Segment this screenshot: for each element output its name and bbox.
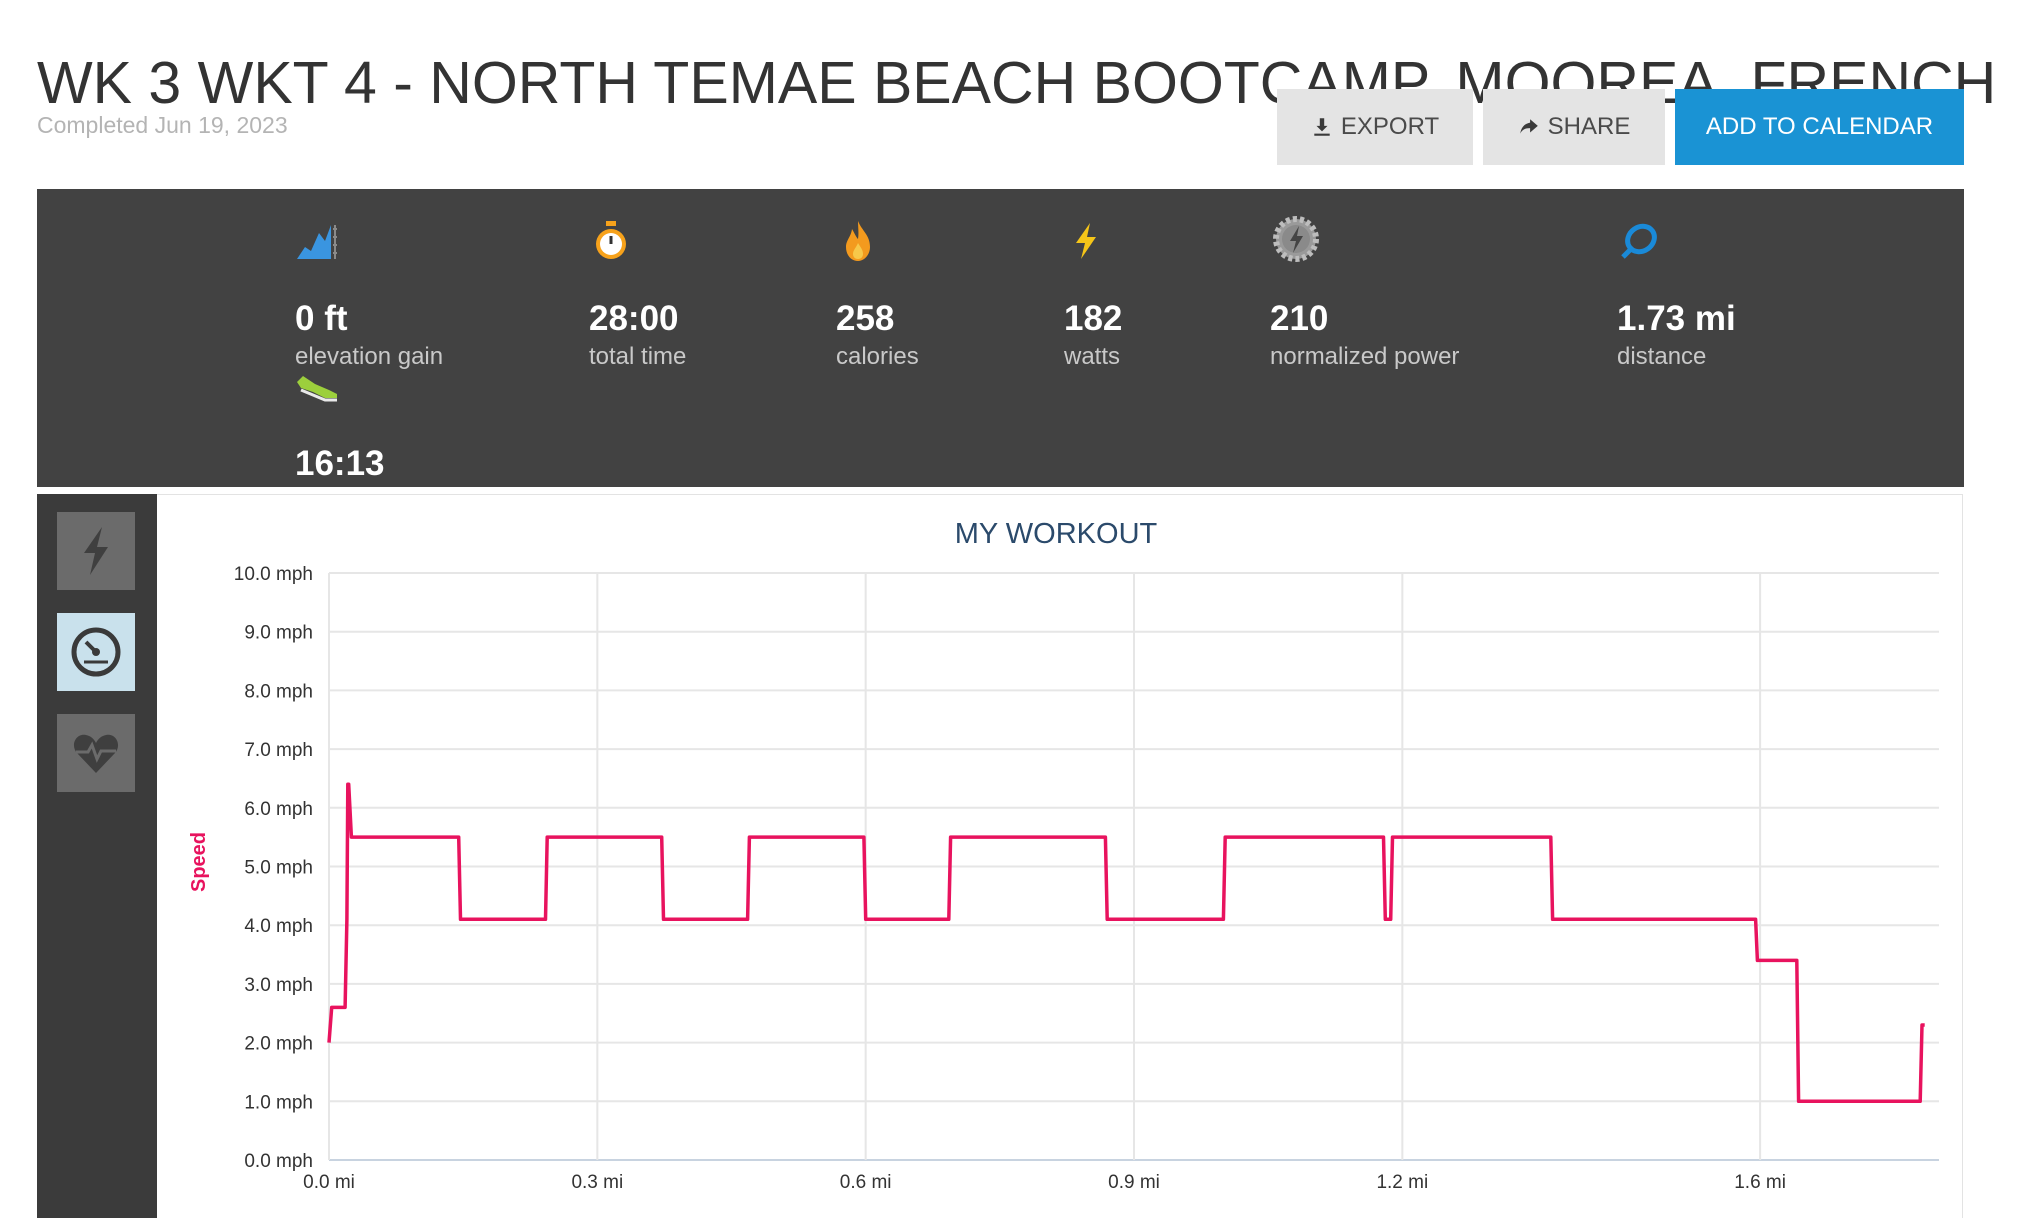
stat-label: normalized power <box>1270 343 1460 370</box>
metric-sidebar <box>37 494 157 1218</box>
stat-label: distance <box>1617 343 1707 370</box>
stat-value: 16:13 <box>295 444 385 483</box>
flame-icon <box>846 221 870 261</box>
workout-chart-panel <box>157 494 1963 1218</box>
export-button[interactable]: EXPORT <box>1277 89 1473 165</box>
stat-label: total time <box>589 343 687 370</box>
stat-value: 28:00 <box>589 299 679 338</box>
heart-rate-metric-tab[interactable] <box>57 714 135 792</box>
distance-icon <box>1621 223 1657 259</box>
completed-date: Completed Jun 19, 2023 <box>37 112 288 138</box>
stat-label: calories <box>836 343 919 370</box>
export-label: EXPORT <box>1340 113 1440 140</box>
power-metric-tab[interactable] <box>57 512 135 590</box>
heart-rate-icon <box>73 734 119 773</box>
stopwatch-icon <box>596 221 626 259</box>
stats-panel: 0 ft elevation gain 28:00 total time 258… <box>37 189 1964 515</box>
speed-metric-tab[interactable] <box>57 613 135 691</box>
stat-value: 0 ft <box>295 299 348 338</box>
download-icon <box>1314 118 1330 136</box>
lightning-icon <box>1076 223 1096 259</box>
elevation-icon <box>297 225 337 259</box>
stat-label: watts <box>1064 343 1121 370</box>
stat-value: 210 <box>1270 299 1329 338</box>
stat-value: 1.73 mi <box>1617 299 1736 338</box>
share-button[interactable]: SHARE <box>1483 89 1665 165</box>
stat-value: 182 <box>1064 299 1123 338</box>
add-to-calendar-button[interactable]: ADD TO CALENDAR <box>1675 89 1964 165</box>
gear-power-icon <box>1273 216 1319 262</box>
shoe-icon <box>297 376 337 402</box>
share-label: SHARE <box>1547 113 1631 140</box>
lightning-icon <box>84 527 108 575</box>
stat-value: 258 <box>836 299 895 338</box>
speedometer-icon <box>71 627 121 677</box>
add-to-calendar-label: ADD TO CALENDAR <box>1705 113 1934 140</box>
share-arrow-icon <box>1519 119 1538 134</box>
